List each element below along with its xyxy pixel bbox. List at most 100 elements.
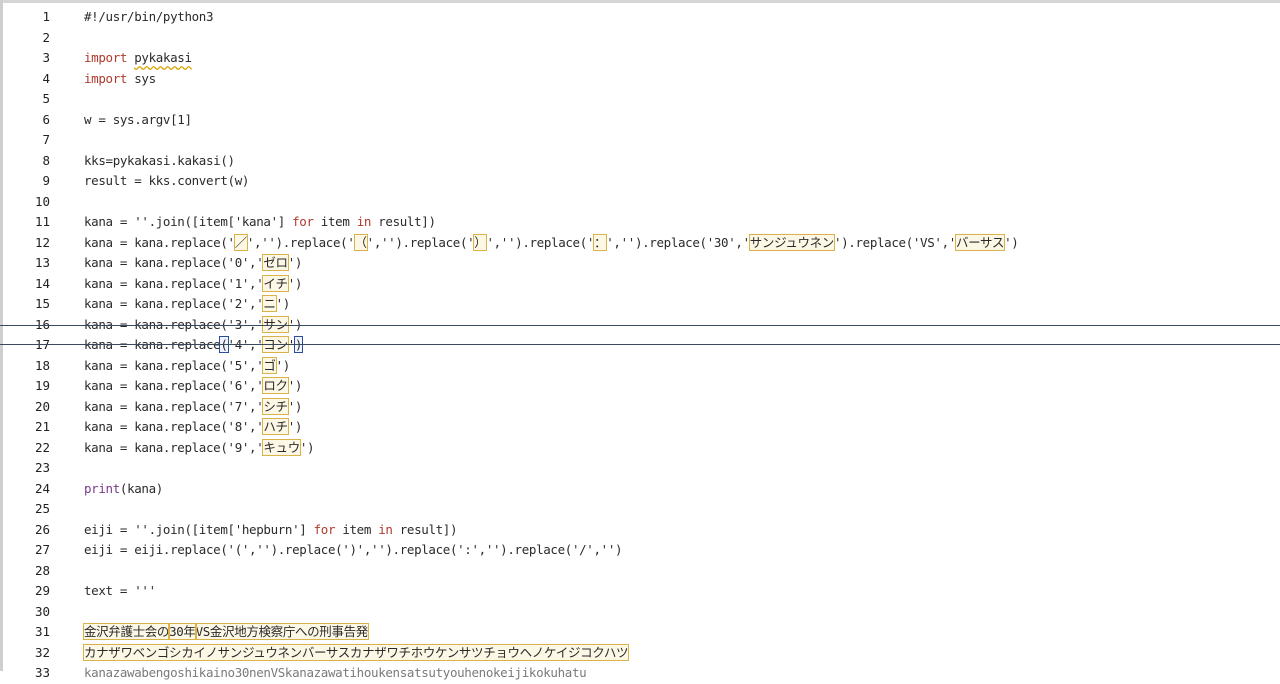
token-kw: import (84, 70, 128, 86)
token: (kana) (119, 480, 163, 496)
code-line[interactable]: 15 kana = kana.replace('2','ニ') (0, 294, 1280, 315)
code-line[interactable]: 7 (0, 130, 1280, 151)
code-text: text = ''' (84, 583, 156, 598)
code-line[interactable]: 4 import sys (0, 69, 1280, 90)
code-line[interactable]: 31 金沢弁護士会の30年VS金沢地方検察庁への刑事告発 (0, 622, 1280, 643)
token-clip: kanazawabengoshikaino30nenVSkanazawatiho… (84, 665, 587, 680)
code-line[interactable]: 12 kana = kana.replace('／','').replace('（… (0, 233, 1280, 254)
code-line[interactable]: 2 (0, 28, 1280, 49)
token-box: キュウ (262, 438, 301, 456)
token: ') (287, 398, 303, 414)
line-number: 10 (34, 193, 50, 209)
code-text: kana = kana.replace('3','サン') (84, 315, 302, 336)
line-number: 30 (34, 603, 50, 619)
line-number: 33 (34, 665, 50, 680)
token-kw: in (378, 521, 393, 537)
code-line[interactable]: 21 kana = kana.replace('8','ハチ') (0, 417, 1280, 438)
line-number: 16 (34, 316, 50, 332)
line-number: 5 (42, 91, 50, 106)
code-line[interactable]: 27 eiji = eiji.replace('(','').replace(')… (0, 540, 1280, 561)
token-box: ニ (262, 295, 277, 312)
token: kana = kana.replace('1',' (84, 275, 264, 291)
code-text: import sys (84, 69, 156, 90)
line-number: 29 (34, 583, 50, 598)
line-number: 28 (34, 562, 50, 578)
token-box: ) (293, 336, 304, 353)
code-line[interactable]: 25 (0, 499, 1280, 520)
code-text: kana = kana.replace('4','ヨン') (84, 335, 304, 356)
code-line[interactable]: 13 kana = kana.replace('0','ゼロ') (0, 253, 1280, 274)
token: kana = ''.join([item['kana'] (84, 214, 293, 229)
line-number: 23 (34, 460, 50, 475)
token: ').replace('VS',' (833, 234, 956, 250)
token-fn: print (84, 480, 120, 496)
token: ','').replace('30',' (606, 234, 750, 250)
line-number: 19 (34, 378, 50, 393)
token: result]) (371, 214, 436, 229)
code-line[interactable]: 29 text = ''' (0, 581, 1280, 602)
line-number: 17 (34, 337, 50, 352)
token-box: ヨン (262, 336, 289, 353)
token: ') (287, 378, 303, 393)
token-box: 30年 (168, 623, 197, 640)
line-number: 21 (34, 419, 50, 434)
token: ') (299, 439, 315, 455)
token-kw: in (356, 214, 372, 229)
token: ') (287, 255, 303, 270)
code-line[interactable]: 24 print(kana) (0, 479, 1280, 500)
code-line[interactable]: 20 kana = kana.replace('7','シチ') (0, 397, 1280, 418)
line-number: 22 (34, 439, 50, 455)
code-line[interactable]: 28 (0, 561, 1280, 582)
code-line[interactable]: 6 w = sys.argv[1] (0, 110, 1280, 131)
line-number: 25 (34, 501, 50, 516)
token: ') (287, 316, 303, 332)
token: kana = kana.replace (84, 337, 221, 352)
code-text: eiji = eiji.replace('(','').replace(')',… (84, 542, 623, 557)
code-editor[interactable]: 1 #!/usr/bin/python3 2 3 import pykakasi 4 imp… (0, 7, 1280, 684)
code-line[interactable]: 11 kana = ''.join([item['kana'] for item … (0, 212, 1280, 233)
line-number: 3 (42, 50, 50, 65)
line-number: 18 (34, 357, 50, 373)
code-line[interactable]: 9 result = kks.convert(w) (0, 171, 1280, 192)
token-box: ロク (262, 377, 289, 394)
code-line[interactable]: 33 kanazawabengoshikaino30nenVSkanazawati… (0, 663, 1280, 684)
line-number: 2 (42, 29, 50, 45)
line-number: 7 (42, 132, 50, 147)
line-number: 1 (42, 9, 50, 24)
code-text: #!/usr/bin/python3 (84, 9, 214, 24)
code-line[interactable]: 18 kana = kana.replace('5','ゴ') (0, 356, 1280, 377)
code-text: import pykakasi (84, 48, 192, 69)
token: item (313, 214, 357, 229)
token-box: サン (262, 315, 289, 333)
code-line[interactable]: 30 (0, 602, 1280, 623)
token: kana = kana.replace('7',' (84, 398, 264, 414)
code-line[interactable]: 5 (0, 89, 1280, 110)
code-line[interactable]: 32 カナザワベンゴシカイノサンジュウネンバーサスカナザワチホウケンサツチョウヘノ… (0, 643, 1280, 664)
code-line[interactable]: 23 (0, 458, 1280, 479)
code-line[interactable]: 22 kana = kana.replace('9','キュウ') (0, 438, 1280, 459)
code-line[interactable]: 16 kana = kana.replace('3','サン') (0, 315, 1280, 336)
code-text: w = sys.argv[1] (84, 111, 192, 127)
token-box: ゼロ (262, 254, 289, 271)
line-number: 26 (34, 521, 50, 537)
token: kana = kana.replace('8',' (84, 419, 264, 434)
token: item (335, 521, 379, 537)
code-line[interactable]: 3 import pykakasi (0, 48, 1280, 69)
code-text: kana = kana.replace('／','').replace('（',… (84, 233, 1019, 254)
code-text: kks=pykakasi.kakasi() (84, 152, 235, 168)
code-line[interactable]: 26 eiji = ''.join([item['hepburn'] for it… (0, 520, 1280, 541)
line-number: 4 (42, 70, 50, 86)
token: ') (287, 419, 303, 434)
token-wavy: pykakasi (134, 50, 192, 65)
token-box: VS金沢地方検察庁への刑事告発 (194, 623, 369, 640)
code-line[interactable]: 14 kana = kana.replace('1','イチ') (0, 274, 1280, 295)
code-line[interactable]: 10 (0, 192, 1280, 213)
code-line[interactable]: 1 #!/usr/bin/python3 (0, 7, 1280, 28)
token: kana = kana.replace('6',' (84, 378, 264, 393)
code-text: kana = kana.replace('7','シチ') (84, 397, 302, 418)
code-text: 金沢弁護士会の30年VS金沢地方検察庁への刑事告発 (82, 622, 369, 643)
code-line[interactable]: 19 kana = kana.replace('6','ロク') (0, 376, 1280, 397)
token: eiji = ''.join([item['hepburn'] (84, 521, 314, 537)
code-line[interactable]: 8 kks=pykakasi.kakasi() (0, 151, 1280, 172)
code-line[interactable]: 17 kana = kana.replace('4','ヨン') (0, 335, 1280, 356)
